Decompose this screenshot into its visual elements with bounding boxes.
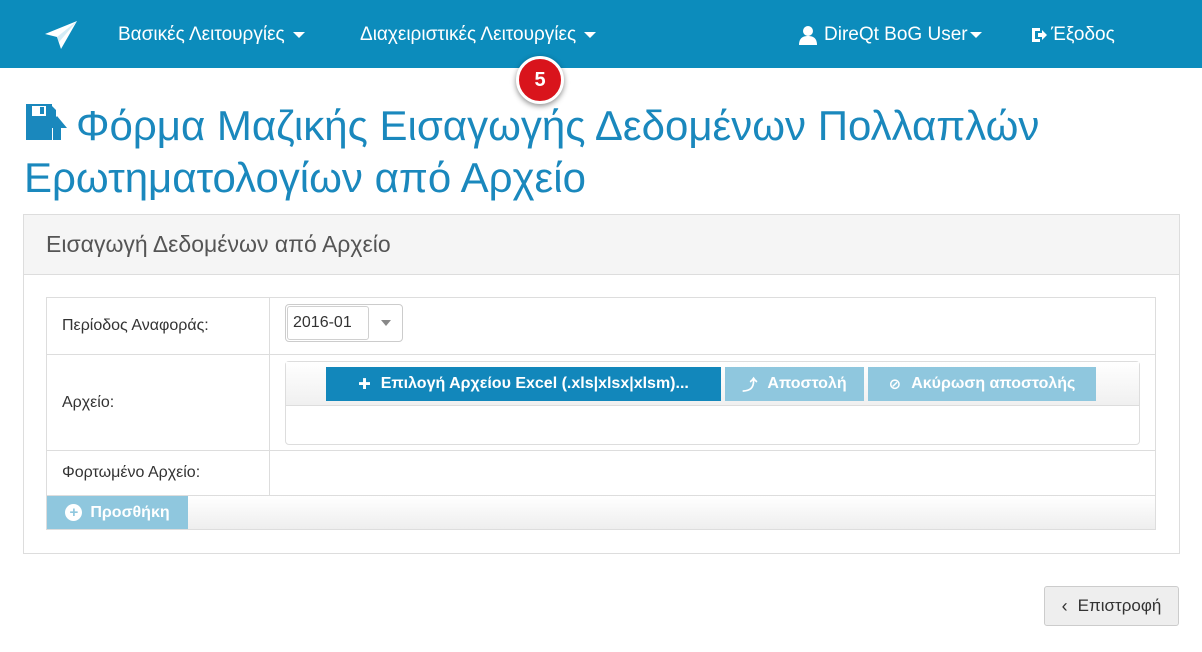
admin-functions-menu[interactable]: Διαχειριστικές Λειτουργίες [360,22,597,48]
add-button-label: Προσθήκη [90,503,170,521]
plus-circle-icon: + [65,504,83,521]
chevron-down-icon[interactable] [370,305,402,341]
period-label: Περίοδος Αναφοράς: [47,298,270,354]
form-footer: + Προσθήκη [47,496,1155,529]
logout-link[interactable]: Έξοδος [1030,22,1115,48]
upload-arrow-icon: ⤴ [742,376,758,394]
period-select[interactable]: 2016-01 [285,304,403,342]
cancel-upload-button[interactable]: ⊘ Ακύρωση αποστολής [868,367,1096,401]
file-upload-widget: ✚ Επιλογή Αρχείου Excel (.xls|xlsx|xlsm)… [285,361,1140,445]
file-label: Αρχείο: [47,355,270,450]
upload-toolbar: ✚ Επιλογή Αρχείου Excel (.xls|xlsx|xlsm)… [286,362,1139,406]
file-row: Αρχείο: ✚ Επιλογή Αρχείου Excel (.xls|xl… [47,355,1155,451]
import-panel: Εισαγωγή Δεδομένων από Αρχείο Περίοδος Α… [23,214,1180,554]
page-title-text: Φόρμα Μαζικής Εισαγωγής Δεδομένων Πολλαπ… [24,102,1040,201]
period-select-value: 2016-01 [287,306,369,340]
user-menu[interactable]: DireQt BoG User [798,22,982,48]
save-upload-icon [26,104,67,140]
upload-label: Αποστολή [767,375,847,392]
back-button[interactable]: ‹ Επιστροφή [1044,586,1179,626]
top-navbar: Βασικές Λειτουργίες Διαχειριστικές Λειτο… [0,0,1202,68]
choose-file-label: Επιλογή Αρχείου Excel (.xls|xlsx|xlsm)..… [380,375,689,392]
logout-icon [1032,28,1047,42]
user-name: DireQt BoG User [824,24,968,45]
loaded-file-row: Φορτωμένο Αρχείο: [47,451,1155,496]
basic-functions-menu[interactable]: Βασικές Λειτουργίες [118,22,305,48]
panel-heading: Εισαγωγή Δεδομένων από Αρχείο [24,215,1179,275]
admin-functions-label: Διαχειριστικές Λειτουργίες [360,24,577,45]
period-cell: 2016-01 [270,298,1155,354]
basic-functions-label: Βασικές Λειτουργίες [118,24,285,45]
caret-down-icon [584,32,597,38]
back-button-label: Επιστροφή [1077,596,1162,615]
caret-down-icon [292,32,305,38]
ban-icon: ⊘ [888,376,902,393]
file-cell: ✚ Επιλογή Αρχείου Excel (.xls|xlsx|xlsm)… [270,355,1155,450]
loaded-file-label: Φορτωμένο Αρχείο: [47,451,270,495]
chevron-left-icon: ‹ [1061,595,1068,616]
period-row: Περίοδος Αναφοράς: 2016-01 [47,298,1155,355]
page-title: Φόρμα Μαζικής Εισαγωγής Δεδομένων Πολλαπ… [24,100,1164,204]
paper-plane-icon[interactable] [44,20,78,50]
import-form: Περίοδος Αναφοράς: 2016-01 Αρχείο: ✚ Επι… [46,297,1156,530]
step-badge: 5 [516,56,564,104]
upload-file-list [286,406,1139,444]
loaded-file-cell [270,451,1155,495]
logout-label: Έξοδος [1051,24,1115,45]
upload-button[interactable]: ⤴ Αποστολή [725,367,864,401]
add-button[interactable]: + Προσθήκη [47,496,188,529]
user-icon [799,26,817,45]
plus-icon: ✚ [358,376,371,393]
caret-down-icon [969,32,982,38]
cancel-upload-label: Ακύρωση αποστολής [911,375,1076,392]
choose-file-button[interactable]: ✚ Επιλογή Αρχείου Excel (.xls|xlsx|xlsm)… [326,367,721,401]
panel-heading-text: Εισαγωγή Δεδομένων από Αρχείο [46,231,391,257]
